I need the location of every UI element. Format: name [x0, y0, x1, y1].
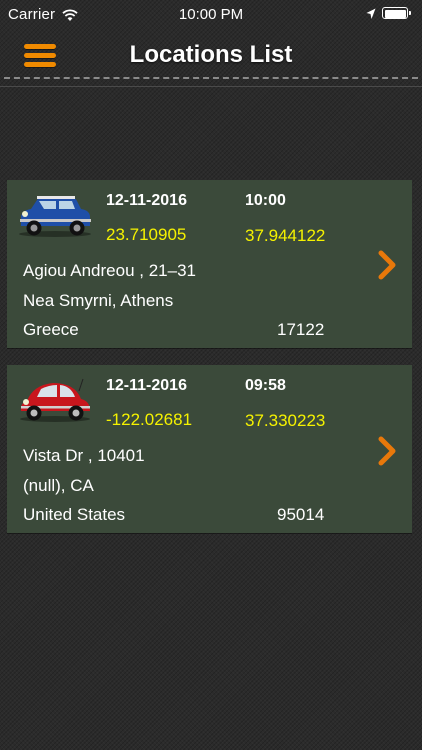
location-list-item[interactable]: 12-11-2016 10:00 23.710905 37.944122 Agi…: [7, 180, 412, 348]
nav-stitch-divider: [4, 77, 418, 79]
location-arrow-icon: [366, 8, 376, 19]
location-latitude: 37.944122: [245, 226, 326, 245]
postal-code: 95014: [277, 505, 325, 524]
address-line-1: Agiou Andreou , 21–31: [23, 261, 196, 280]
address-country: United States: [23, 505, 126, 524]
location-longitude: 23.710905: [106, 225, 187, 244]
location-date: 12-11-2016: [106, 377, 187, 394]
address-country: Greece: [23, 320, 79, 339]
location-longitude: -122.02681: [106, 410, 193, 429]
postal-code: 17122: [277, 320, 325, 339]
status-time: 10:00 PM: [178, 6, 244, 23]
location-list-item[interactable]: 12-11-2016 09:58 -122.02681 37.330223 Vi…: [7, 365, 412, 533]
nav-divider: [0, 86, 422, 87]
address-line-2: (null), CA: [23, 476, 94, 495]
status-right: [366, 7, 414, 21]
address-line-2: Nea Smyrni, Athens: [23, 291, 174, 310]
red-beetle-car-icon: [20, 378, 90, 422]
location-time: 10:00: [245, 192, 286, 209]
chevron-right-icon[interactable]: [377, 436, 399, 466]
location-latitude: 37.330223: [245, 411, 326, 430]
navigation-bar: Locations List: [0, 30, 422, 87]
page-title: Locations List: [129, 41, 293, 68]
location-date: 12-11-2016: [106, 192, 187, 209]
blue-mini-car-icon: [19, 196, 91, 237]
battery-icon: [382, 7, 414, 21]
status-bar: Carrier 10:00 PM: [0, 0, 422, 30]
chevron-right-icon[interactable]: [377, 250, 399, 280]
address-line-1: Vista Dr , 10401: [23, 446, 145, 465]
location-time: 09:58: [245, 377, 286, 394]
